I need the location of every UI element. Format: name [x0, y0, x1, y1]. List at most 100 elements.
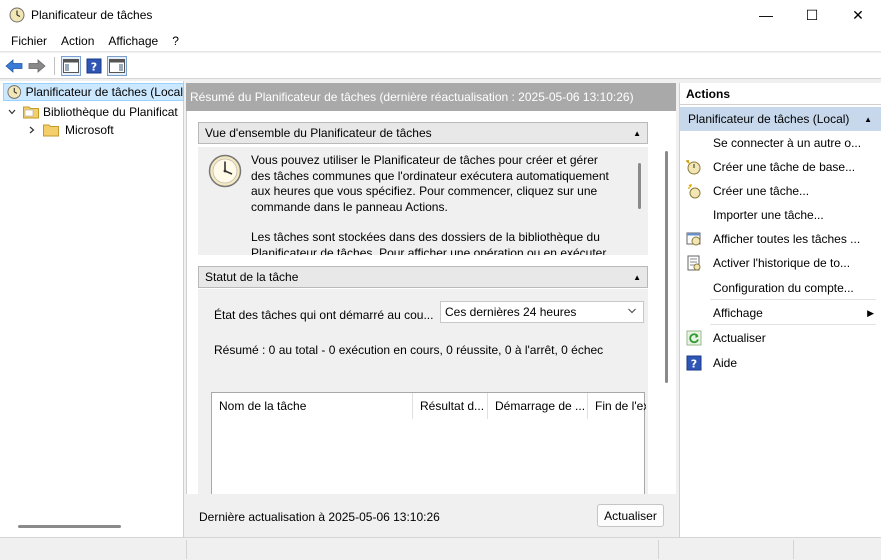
- show-console-tree-button[interactable]: [61, 55, 81, 76]
- collapse-icon[interactable]: ▲: [633, 129, 641, 138]
- tree-item-local[interactable]: Planificateur de tâches (Local: [3, 83, 184, 101]
- actions-header: Actions: [680, 83, 881, 105]
- minimize-button[interactable]: —: [743, 0, 789, 30]
- task-status-table: Nom de la tâche Résultat d... Démarrage …: [211, 392, 646, 499]
- menu-fichier[interactable]: Fichier: [4, 30, 54, 52]
- console-tree: Planificateur de tâches (Local Bibliothè…: [0, 81, 184, 537]
- svg-text:?: ?: [91, 60, 97, 73]
- actions-section-label: Planificateur de tâches (Local): [688, 112, 850, 126]
- menu-affichage[interactable]: Affichage: [101, 30, 165, 52]
- last-refresh-text: Dernière actualisation à 2025-05-06 13:1…: [199, 510, 440, 524]
- action-create-basic-task[interactable]: Créer une tâche de base...: [680, 156, 881, 178]
- help-icon: ?: [86, 58, 102, 73]
- toolbar-separator: [54, 56, 55, 75]
- action-enable-history[interactable]: Activer l'historique de to...: [680, 252, 881, 274]
- close-button[interactable]: ✕: [835, 0, 881, 30]
- action-create-task[interactable]: Créer une tâche...: [680, 180, 881, 202]
- window-title: Planificateur de tâches: [31, 8, 153, 22]
- column-header-result[interactable]: Résultat d...: [413, 393, 488, 419]
- action-import-task[interactable]: Importer une tâche...: [680, 204, 881, 226]
- overview-text: Vous pouvez utiliser le Planificateur de…: [251, 153, 616, 255]
- overview-paragraph-2: Les tâches sont stockées dans des dossie…: [251, 230, 607, 255]
- arrow-left-icon: [5, 58, 23, 73]
- action-label: Affichage: [713, 306, 763, 320]
- chevron-down-icon[interactable]: [7, 107, 17, 117]
- status-bar-divider: [658, 540, 659, 559]
- action-label: Afficher toutes les tâches ...: [713, 232, 861, 246]
- svg-text:?: ?: [691, 358, 697, 371]
- overview-paragraph-1: Vous pouvez utiliser le Planificateur de…: [251, 153, 609, 214]
- overview-scrollbar[interactable]: [638, 163, 641, 209]
- action-label: Se connecter à un autre o...: [713, 136, 862, 150]
- window-controls: — ☐ ✕: [743, 0, 881, 30]
- tree-item-label: Bibliothèque du Planificat: [43, 105, 178, 119]
- collapse-icon[interactable]: ▲: [633, 273, 641, 282]
- tree-item-microsoft[interactable]: Microsoft: [27, 121, 184, 139]
- action-label: Créer une tâche de base...: [713, 160, 856, 174]
- action-label: Aide: [713, 356, 738, 370]
- status-summary: Résumé : 0 au total - 0 exécution en cou…: [214, 343, 604, 357]
- action-view-menu[interactable]: Affichage ▶: [680, 302, 881, 324]
- title-bar: Planificateur de tâches — ☐ ✕: [0, 0, 881, 30]
- overview-title: Vue d'ensemble du Planificateur de tâche…: [205, 126, 432, 140]
- action-show-running-tasks[interactable]: Afficher toutes les tâches ...: [680, 228, 881, 250]
- clock-large-icon: [208, 154, 242, 188]
- menu-help[interactable]: ?: [165, 30, 186, 52]
- menu-action[interactable]: Action: [54, 30, 101, 52]
- action-label: Actualiser: [713, 331, 766, 345]
- status-title: Statut de la tâche: [205, 270, 299, 284]
- summary-pane: Résumé du Planificateur de tâches (derni…: [186, 81, 676, 537]
- history-icon: [687, 255, 701, 271]
- action-pane-icon: [109, 58, 125, 73]
- wizard-icon: [686, 160, 701, 175]
- submenu-arrow-icon: ▶: [867, 308, 874, 318]
- clock-icon: [9, 7, 25, 23]
- maximize-button[interactable]: ☐: [789, 0, 835, 30]
- horizontal-scrollbar[interactable]: [18, 525, 121, 528]
- status-section: État des tâches qui ont démarré au cou..…: [198, 289, 648, 499]
- show-action-pane-button[interactable]: [107, 55, 127, 76]
- new-task-icon: [688, 184, 701, 199]
- menu-bar: Fichier Action Affichage ?: [0, 30, 881, 52]
- tree-item-label: Planificateur de tâches (Local: [25, 85, 183, 99]
- tree-item-label: Microsoft: [65, 123, 114, 137]
- help-toolbar-button[interactable]: ?: [84, 56, 104, 76]
- help-icon: ?: [686, 355, 702, 371]
- clock-icon: [7, 85, 22, 99]
- running-tasks-icon: [686, 232, 701, 246]
- forward-button[interactable]: [27, 56, 47, 76]
- status-section-header[interactable]: Statut de la tâche ▲: [198, 266, 648, 288]
- folder-icon: [23, 106, 39, 119]
- console-tree-icon: [63, 58, 79, 73]
- column-header-task-name[interactable]: Nom de la tâche: [212, 393, 413, 419]
- period-select[interactable]: Ces dernières 24 heures: [440, 301, 644, 323]
- toolbar: ?: [0, 53, 881, 79]
- task-state-label: État des tâches qui ont démarré au cou..…: [214, 308, 434, 322]
- action-label: Configuration du compte...: [713, 281, 854, 295]
- chevron-right-icon[interactable]: [27, 125, 37, 135]
- summary-scrollbar[interactable]: [665, 151, 668, 383]
- back-button[interactable]: [4, 56, 24, 76]
- collapse-icon[interactable]: ▲: [864, 115, 872, 124]
- action-refresh[interactable]: Actualiser: [680, 327, 881, 349]
- action-connect-other-computer[interactable]: Se connecter à un autre o...: [680, 132, 881, 154]
- column-header-start[interactable]: Démarrage de ...: [488, 393, 588, 419]
- action-label: Importer une tâche...: [713, 208, 824, 222]
- folder-icon: [43, 124, 59, 137]
- refresh-button[interactable]: Actualiser: [597, 504, 664, 527]
- period-select-value: Ces dernières 24 heures: [445, 305, 577, 319]
- actions-section-local[interactable]: Planificateur de tâches (Local) ▲: [680, 107, 881, 131]
- action-help[interactable]: ? Aide: [680, 352, 881, 374]
- status-bar-divider: [186, 540, 187, 559]
- column-header-end[interactable]: Fin de l'ex: [588, 393, 646, 419]
- tree-item-library[interactable]: Bibliothèque du Planificat: [7, 103, 184, 121]
- action-label: Activer l'historique de to...: [713, 256, 851, 270]
- actions-separator: [710, 299, 876, 300]
- summary-footer: Dernière actualisation à 2025-05-06 13:1…: [186, 494, 676, 537]
- overview-section-header[interactable]: Vue d'ensemble du Planificateur de tâche…: [198, 122, 648, 144]
- summary-body: Vue d'ensemble du Planificateur de tâche…: [186, 111, 676, 499]
- action-account-configuration[interactable]: Configuration du compte...: [680, 277, 881, 299]
- refresh-icon: [686, 330, 702, 346]
- actions-pane: Actions Planificateur de tâches (Local) …: [679, 83, 881, 537]
- status-bar-divider: [793, 540, 794, 559]
